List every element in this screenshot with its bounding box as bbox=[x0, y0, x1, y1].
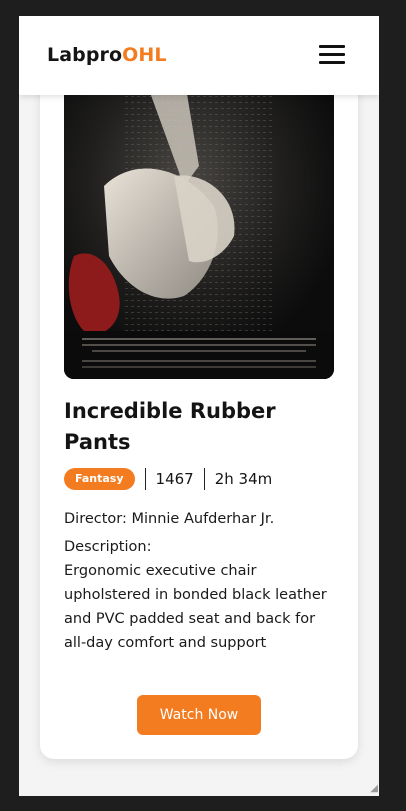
site-logo[interactable]: LabproOHL bbox=[47, 44, 167, 66]
views-count: 1467 bbox=[155, 470, 194, 488]
browser-viewport: LabproOHL Incredible Rubber Pants Fantas… bbox=[19, 16, 379, 796]
poster-artwork bbox=[64, 76, 334, 379]
watch-now-button[interactable]: Watch Now bbox=[137, 695, 261, 735]
hamburger-menu-icon[interactable] bbox=[317, 42, 347, 68]
menu-bar-middle bbox=[319, 53, 345, 56]
resize-grip-icon[interactable]: ◢ bbox=[366, 783, 378, 795]
movie-card: Incredible Rubber Pants Fantasy 1467 2h … bbox=[40, 56, 358, 759]
movie-meta-row: Fantasy 1467 2h 34m bbox=[64, 468, 272, 490]
movie-poster bbox=[64, 76, 334, 379]
meta-divider bbox=[144, 468, 146, 490]
menu-bar-bottom bbox=[319, 61, 345, 64]
description-label: Description: bbox=[64, 539, 152, 555]
logo-main-text: Labpro bbox=[47, 44, 123, 66]
description-text: Ergonomic executive chair upholstered in… bbox=[64, 563, 327, 651]
director-line: Director: Minnie Aufderhar Jr. bbox=[64, 511, 275, 527]
logo-accent-text: OHL bbox=[122, 44, 167, 66]
site-header: LabproOHL bbox=[19, 16, 379, 95]
duration: 2h 34m bbox=[214, 470, 273, 488]
movie-title: Incredible Rubber Pants bbox=[64, 399, 276, 454]
genre-badge: Fantasy bbox=[64, 468, 135, 490]
meta-divider bbox=[203, 468, 205, 490]
menu-bar-top bbox=[319, 45, 345, 48]
